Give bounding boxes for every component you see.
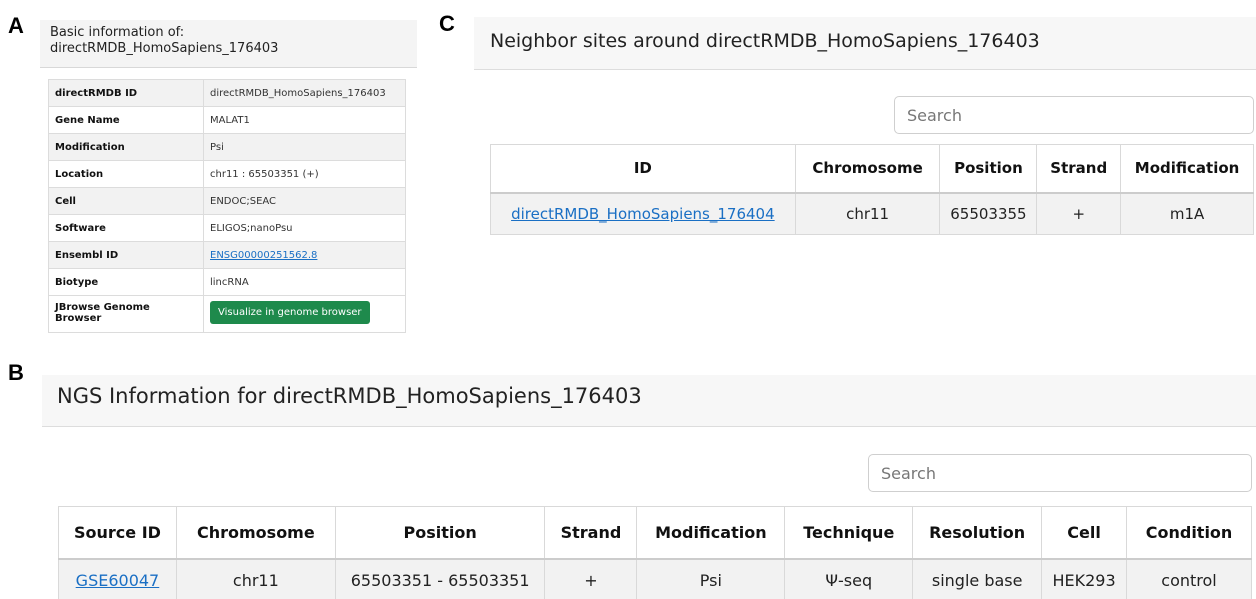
table-cell: directRMDB_HomoSapiens_176404 — [490, 192, 796, 235]
basic-info-row: Gene Name MALAT1 — [48, 106, 406, 134]
basic-info-row: Location chr11 : 65503351 (+) — [48, 160, 406, 188]
basic-info-value: ENSG00000251562.8 — [203, 241, 406, 269]
basic-info-value: lincRNA — [203, 268, 406, 296]
ngs-info-table: Source ID Chromosome Position Strand Mod… — [58, 506, 1252, 599]
basic-info-key: Ensembl ID — [48, 241, 204, 269]
table-cell: single base — [912, 558, 1043, 599]
basic-info-value: ENDOC;SEAC — [203, 187, 406, 215]
column-header-cell[interactable]: Cell — [1041, 506, 1128, 560]
table-cell: m1A — [1120, 192, 1254, 235]
column-header-modification[interactable]: Modification — [636, 506, 786, 560]
basic-info-value: chr11 : 65503351 (+) — [203, 160, 406, 188]
table-header-row: ID Chromosome Position Strand Modificati… — [490, 144, 1254, 194]
panel-label-a: A — [8, 13, 24, 38]
basic-info-row: Biotype lincRNA — [48, 268, 406, 296]
column-header-source-id[interactable]: Source ID — [58, 506, 177, 560]
basic-info-title-line1: Basic information of: — [50, 25, 185, 40]
basic-info-row: Software ELIGOS;nanoPsu — [48, 214, 406, 242]
table-row: directRMDB_HomoSapiens_176404 chr11 6550… — [490, 192, 1254, 235]
column-header-condition[interactable]: Condition — [1126, 506, 1252, 560]
basic-info-key: Software — [48, 214, 204, 242]
column-header-strand[interactable]: Strand — [544, 506, 638, 560]
neighbor-id-link[interactable]: directRMDB_HomoSapiens_176404 — [511, 205, 775, 223]
table-cell: GSE60047 — [58, 558, 177, 599]
column-header-technique[interactable]: Technique — [784, 506, 914, 560]
column-header-chromosome[interactable]: Chromosome — [175, 506, 336, 560]
basic-info-header: Basic information of: directRMDB_HomoSap… — [40, 20, 417, 68]
table-cell: HEK293 — [1041, 558, 1128, 599]
basic-info-key: Cell — [48, 187, 204, 215]
neighbor-search-input[interactable]: Search — [894, 96, 1254, 134]
basic-info-row: Modification Psi — [48, 133, 406, 161]
basic-info-key: JBrowse Genome Browser — [48, 295, 204, 333]
ensembl-id-link[interactable]: ENSG00000251562.8 — [210, 250, 317, 261]
table-cell: control — [1126, 558, 1252, 599]
table-cell: + — [1036, 192, 1122, 235]
table-cell: 65503351 - 65503351 — [334, 558, 546, 599]
column-header-chromosome[interactable]: Chromosome — [794, 144, 941, 194]
basic-info-table: directRMDB ID directRMDB_HomoSapiens_176… — [48, 79, 406, 333]
basic-info-value: directRMDB_HomoSapiens_176403 — [203, 79, 406, 107]
column-header-position[interactable]: Position — [939, 144, 1038, 194]
neighbor-sites-title: Neighbor sites around directRMDB_HomoSap… — [474, 17, 1256, 70]
table-cell: Psi — [636, 558, 786, 599]
panel-label-b: B — [8, 360, 24, 385]
column-header-position[interactable]: Position — [334, 506, 546, 560]
column-header-id[interactable]: ID — [490, 144, 796, 194]
column-header-strand[interactable]: Strand — [1036, 144, 1122, 194]
basic-info-row: Cell ENDOC;SEAC — [48, 187, 406, 215]
basic-info-row: JBrowse Genome Browser Visualize in geno… — [48, 295, 406, 333]
ngs-info-title: NGS Information for directRMDB_HomoSapie… — [42, 375, 1256, 427]
table-row: GSE60047 chr11 65503351 - 65503351 + Psi… — [58, 558, 1252, 599]
ngs-search-input[interactable]: Search — [868, 454, 1252, 492]
basic-info-key: directRMDB ID — [48, 79, 204, 107]
visualize-genome-browser-button[interactable]: Visualize in genome browser — [210, 301, 370, 324]
basic-info-key: Gene Name — [48, 106, 204, 134]
basic-info-value: Psi — [203, 133, 406, 161]
basic-info-key: Biotype — [48, 268, 204, 296]
source-id-link[interactable]: GSE60047 — [76, 571, 160, 590]
column-header-modification[interactable]: Modification — [1120, 144, 1254, 194]
table-cell: chr11 — [175, 558, 336, 599]
table-cell: + — [544, 558, 638, 599]
column-header-resolution[interactable]: Resolution — [912, 506, 1043, 560]
basic-info-value: ELIGOS;nanoPsu — [203, 214, 406, 242]
table-header-row: Source ID Chromosome Position Strand Mod… — [58, 506, 1252, 560]
table-cell: chr11 — [794, 192, 941, 235]
basic-info-row: Ensembl ID ENSG00000251562.8 — [48, 241, 406, 269]
neighbor-sites-table: ID Chromosome Position Strand Modificati… — [490, 144, 1254, 235]
basic-info-key: Modification — [48, 133, 204, 161]
basic-info-row: directRMDB ID directRMDB_HomoSapiens_176… — [48, 79, 406, 107]
basic-info-title-line2: directRMDB_HomoSapiens_176403 — [50, 41, 279, 56]
table-cell: 65503355 — [939, 192, 1038, 235]
basic-info-value: MALAT1 — [203, 106, 406, 134]
table-cell: Ψ-seq — [784, 558, 914, 599]
basic-info-key: Location — [48, 160, 204, 188]
basic-info-value: Visualize in genome browser — [203, 295, 406, 333]
panel-label-c: C — [439, 11, 455, 36]
